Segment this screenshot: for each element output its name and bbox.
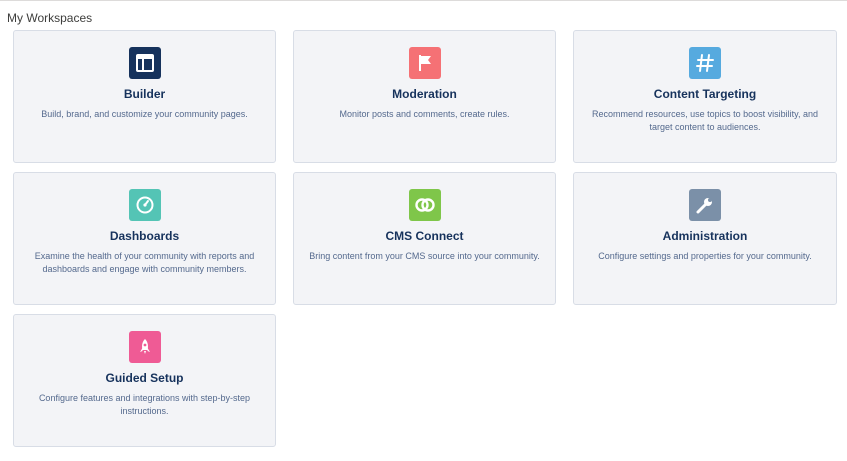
tile-description: Bring content from your CMS source into … (309, 251, 540, 261)
tile-description: Configure settings and properties for yo… (598, 251, 812, 261)
tile-description: Monitor posts and comments, create rules… (339, 109, 510, 119)
workspace-tile-dashboards[interactable]: Dashboards Examine the health of your co… (13, 172, 276, 305)
top-divider (0, 0, 847, 1)
tile-description: Configure features and integrations with… (38, 393, 251, 416)
gauge-icon (128, 189, 161, 221)
workspace-tile-builder[interactable]: Builder Build, brand, and customize your… (13, 30, 276, 163)
tile-title: CMS Connect (385, 229, 464, 243)
link-rings-icon (408, 189, 441, 221)
tile-title: Guided Setup (105, 371, 184, 385)
workspace-tile-administration[interactable]: Administration Configure settings and pr… (573, 172, 837, 305)
builder-icon (128, 47, 161, 79)
workspace-tile-guided-setup[interactable]: Guided Setup Configure features and inte… (13, 314, 276, 447)
workspace-tile-moderation[interactable]: Moderation Monitor posts and comments, c… (293, 30, 556, 163)
tile-description: Recommend resources, use topics to boost… (592, 109, 818, 132)
rocket-icon (128, 331, 161, 363)
tile-title: Content Targeting (653, 87, 757, 101)
tile-title: Builder (123, 87, 166, 101)
tile-description: Build, brand, and customize your communi… (41, 109, 248, 119)
workspace-tile-cms-connect[interactable]: CMS Connect Bring content from your CMS … (293, 172, 556, 305)
tile-description: Examine the health of your community wit… (34, 251, 255, 274)
hashtag-icon (689, 47, 721, 79)
tile-title: Dashboards (109, 229, 180, 243)
section-title: My Workspaces (7, 11, 93, 25)
flag-icon (408, 47, 441, 79)
wrench-icon (689, 189, 721, 221)
tile-title: Administration (662, 229, 748, 243)
workspace-tile-content-targeting[interactable]: Content Targeting Recommend resources, u… (573, 30, 837, 163)
tile-title: Moderation (392, 87, 457, 101)
workspace-grid: Builder Build, brand, and customize your… (13, 30, 837, 447)
